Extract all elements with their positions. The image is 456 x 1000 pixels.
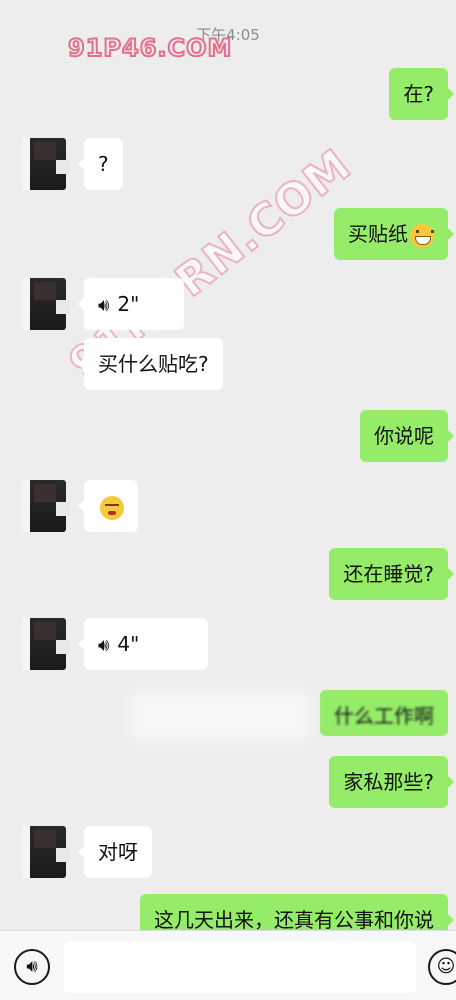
tired-face-icon [100,495,124,520]
message-text: 家私那些? [343,770,434,794]
incoming-message[interactable]: ? [78,138,123,190]
voice-message[interactable]: 🔊︎ 2" [78,278,184,330]
voice-duration: 2" [117,292,140,316]
message-text: 买贴纸 [348,222,408,246]
message-text: ? [98,152,109,176]
outgoing-message[interactable]: 家私那些? [329,756,454,808]
voice-message[interactable]: 🔊︎ 4" [78,618,208,670]
message-text: 还在睡觉? [343,562,434,586]
voice-wave-icon: 🔊︎ [98,295,110,316]
incoming-message[interactable]: 买什么贴吃? [78,338,223,390]
message-text: 买什么贴吃? [98,352,209,376]
message-text: 你说呢 [374,424,434,448]
outgoing-message[interactable]: 还在睡觉? [329,548,454,600]
avatar[interactable] [22,138,70,190]
outgoing-message[interactable]: 在? [389,68,454,120]
timestamp: 下午4:05 [196,26,260,44]
avatar[interactable] [22,618,70,670]
chat-area[interactable]: 下午4:05 91P46.COM 91PORN.COM 在? ? 买贴纸 🔊︎ 2… [0,0,456,930]
message-text: 这几天出来，还真有公事和你说 [154,908,434,930]
voice-icon[interactable]: 🔊︎ [14,949,50,985]
message-text: 对呀 [98,840,138,864]
avatar[interactable] [22,480,70,532]
smile-icon[interactable]: ☺︎ [428,949,456,985]
avatar[interactable] [22,826,70,878]
outgoing-message[interactable]: 什么工作啊 [320,690,448,736]
outgoing-message[interactable]: 你说呢 [360,410,454,462]
input-bar: 🔊︎ ☺︎ [0,930,456,1000]
grinning-face-icon [410,223,434,248]
voice-duration: 4" [117,632,140,656]
avatar[interactable] [22,278,70,330]
voice-wave-icon: 🔊︎ [98,635,110,656]
incoming-message[interactable]: 对呀 [78,826,152,878]
message-text: 什么工作啊 [334,704,434,728]
incoming-message[interactable] [78,480,138,532]
outgoing-message[interactable]: 这几天出来，还真有公事和你说 [140,894,454,930]
outgoing-message[interactable]: 买贴纸 [334,208,454,260]
redaction-overlay [130,690,310,742]
message-text: 在? [403,82,434,106]
message-input[interactable] [64,941,416,993]
